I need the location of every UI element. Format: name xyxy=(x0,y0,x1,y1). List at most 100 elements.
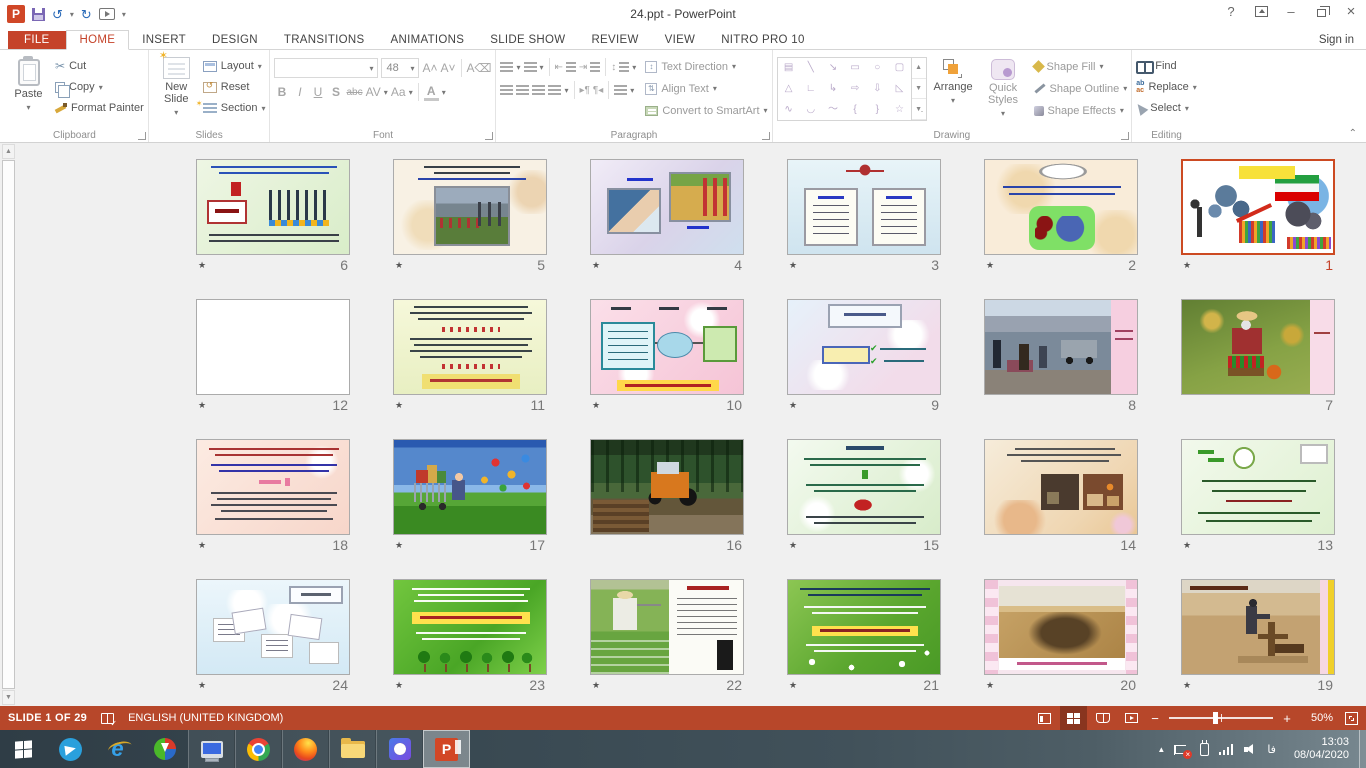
curve-shape-icon[interactable]: 〜 xyxy=(828,105,838,115)
align-center-icon[interactable] xyxy=(516,85,529,95)
shape-effects-button[interactable]: Shape Effects▾ xyxy=(1034,101,1128,120)
slide-thumbnail-6[interactable]: ★6 xyxy=(196,159,350,275)
format-painter-button[interactable]: Format Painter xyxy=(55,99,144,117)
slide-thumbnail-16[interactable]: 16 xyxy=(590,439,744,555)
text-shadow-button[interactable]: S xyxy=(328,85,343,99)
new-slide-dropdown-icon[interactable]: ▾ xyxy=(174,107,178,119)
taskbar-file-explorer-icon[interactable] xyxy=(329,730,376,768)
drawing-dialog-launcher-icon[interactable] xyxy=(1121,132,1129,140)
slide-thumbnail-9[interactable]: ★9 xyxy=(787,299,941,415)
slide-sorter-view-button[interactable] xyxy=(1060,706,1087,730)
undo-dropdown-icon[interactable]: ▾ xyxy=(70,10,74,19)
power-icon[interactable] xyxy=(1200,743,1209,756)
change-case-button[interactable]: Aa xyxy=(391,85,406,99)
slide-thumbnail-5[interactable]: ★5 xyxy=(393,159,547,275)
slide-thumbnail-4[interactable]: ★4 xyxy=(590,159,744,275)
taskbar-telegram-icon[interactable] xyxy=(47,730,94,768)
slide-thumbnail-24[interactable]: ★24 xyxy=(196,579,350,695)
replace-button[interactable]: Replace▾ xyxy=(1136,78,1197,96)
minimize-icon[interactable]: – xyxy=(1276,0,1306,23)
clear-formatting-button[interactable]: A⌫ xyxy=(467,61,492,75)
scribble-shape-icon[interactable]: ∿ xyxy=(784,105,792,115)
tab-insert[interactable]: INSERT xyxy=(129,31,199,49)
font-name-combo[interactable]: ▾ xyxy=(274,58,378,78)
reset-button[interactable]: Reset xyxy=(203,78,266,96)
slide-thumbnail-14[interactable]: 14 xyxy=(984,439,1138,555)
slide-thumbnail-10[interactable]: ★10 xyxy=(590,299,744,415)
italic-button[interactable]: I xyxy=(292,85,307,99)
paragraph-dialog-launcher-icon[interactable] xyxy=(762,132,770,140)
start-slideshow-icon[interactable] xyxy=(99,8,115,20)
strikethrough-button[interactable]: abc xyxy=(346,87,362,98)
reading-view-button[interactable] xyxy=(1089,706,1116,730)
taskbar-internet-explorer-icon[interactable]: e xyxy=(94,730,141,768)
slide-thumbnail-2[interactable]: ★2 xyxy=(984,159,1138,275)
taskbar-chrome-icon[interactable] xyxy=(235,730,282,768)
close-icon[interactable]: × xyxy=(1336,0,1366,23)
numbering-icon[interactable] xyxy=(524,62,537,72)
copy-button[interactable]: Copy▾ xyxy=(55,78,144,96)
arc-shape-icon[interactable]: ◡ xyxy=(806,105,815,115)
oval-shape-icon[interactable]: ○ xyxy=(874,63,880,73)
tab-file[interactable]: FILE xyxy=(8,31,66,49)
justify-icon[interactable] xyxy=(548,85,561,95)
slide-thumbnail-17[interactable]: ★17 xyxy=(393,439,547,555)
arrange-button[interactable]: Arrange ▾ xyxy=(930,53,977,127)
elbow-arrow-shape-icon[interactable]: ↳ xyxy=(829,84,837,94)
down-arrow-shape-icon[interactable]: ⇩ xyxy=(873,84,881,94)
paste-dropdown-icon[interactable]: ▾ xyxy=(26,102,30,114)
arrow-shape-icon[interactable]: ↘ xyxy=(829,63,837,73)
slide-thumbnail-12[interactable]: ★12 xyxy=(196,299,350,415)
scroll-up-icon[interactable]: ▲ xyxy=(2,144,15,159)
zoom-slider-thumb[interactable] xyxy=(1213,712,1218,724)
zoom-out-button[interactable]: − xyxy=(1147,711,1163,726)
slide-thumbnail-18[interactable]: ★18 xyxy=(196,439,350,555)
scrollbar-thumb[interactable] xyxy=(2,160,15,689)
volume-icon[interactable] xyxy=(1244,744,1257,755)
powerpoint-logo-icon[interactable]: P xyxy=(7,5,25,23)
zoom-slider[interactable] xyxy=(1169,717,1273,719)
slide-indicator[interactable]: SLIDE 1 OF 29 xyxy=(8,712,87,724)
taskbar-idm-icon[interactable] xyxy=(141,730,188,768)
tab-design[interactable]: DESIGN xyxy=(199,31,271,49)
taskbar-remote-desktop-icon[interactable] xyxy=(188,730,235,768)
font-dialog-launcher-icon[interactable] xyxy=(485,132,493,140)
taskbar-firefox-icon[interactable] xyxy=(282,730,329,768)
taskbar-powerpoint-icon[interactable]: P xyxy=(423,730,470,768)
slideshow-view-button[interactable] xyxy=(1118,706,1145,730)
slide-thumbnail-1[interactable]: ★1 xyxy=(1181,159,1335,275)
slide-thumbnail-15[interactable]: ★15 xyxy=(787,439,941,555)
hidden-icons-icon[interactable]: ▲ xyxy=(1157,745,1165,754)
normal-view-button[interactable] xyxy=(1031,706,1058,730)
slide-thumbnail-8[interactable]: 8 xyxy=(984,299,1138,415)
right-arrow-shape-icon[interactable]: ⇨ xyxy=(851,84,859,94)
slide-thumbnail-20[interactable]: ★20 xyxy=(984,579,1138,695)
tab-transitions[interactable]: TRANSITIONS xyxy=(271,31,378,49)
text-box-shape-icon[interactable]: ▤ xyxy=(784,63,793,73)
slide-thumbnail-7[interactable]: 7 xyxy=(1181,299,1335,415)
action-center-flag-icon[interactable] xyxy=(1175,745,1186,754)
help-icon[interactable]: ? xyxy=(1216,0,1246,23)
slide-thumbnail-11[interactable]: ★11 xyxy=(393,299,547,415)
paste-button[interactable]: Paste ▾ xyxy=(5,53,52,127)
slide-thumbnail-13[interactable]: ★13 xyxy=(1181,439,1335,555)
bullets-icon[interactable] xyxy=(500,62,513,72)
rtl-direction-icon[interactable]: ¶◂ xyxy=(593,85,603,96)
ribbon-display-icon[interactable] xyxy=(1246,0,1276,23)
align-text-button[interactable]: ⇅Align Text▾ xyxy=(645,79,767,98)
fit-slide-to-window-icon[interactable] xyxy=(1345,712,1358,725)
cut-button[interactable]: Cut xyxy=(55,57,144,75)
elbow-shape-icon[interactable]: ∟ xyxy=(806,84,816,94)
restore-icon[interactable] xyxy=(1306,0,1336,23)
line-spacing-icon[interactable]: ↕ xyxy=(611,62,616,73)
right-brace-shape-icon[interactable]: } xyxy=(876,105,879,115)
vertical-scrollbar[interactable]: ▲ ▼ xyxy=(2,143,15,706)
clipboard-dialog-launcher-icon[interactable] xyxy=(138,132,146,140)
convert-smartart-button[interactable]: Convert to SmartArt▾ xyxy=(645,101,767,120)
zoom-level[interactable]: 50% xyxy=(1303,712,1333,724)
tab-nitro-pro[interactable]: NITRO PRO 10 xyxy=(708,31,817,49)
slide-thumbnail-23[interactable]: ★23 xyxy=(393,579,547,695)
ltr-direction-icon[interactable]: ▸¶ xyxy=(580,85,590,96)
font-color-button[interactable]: A xyxy=(424,84,439,101)
increase-font-size-button[interactable]: A˄ xyxy=(422,61,437,75)
